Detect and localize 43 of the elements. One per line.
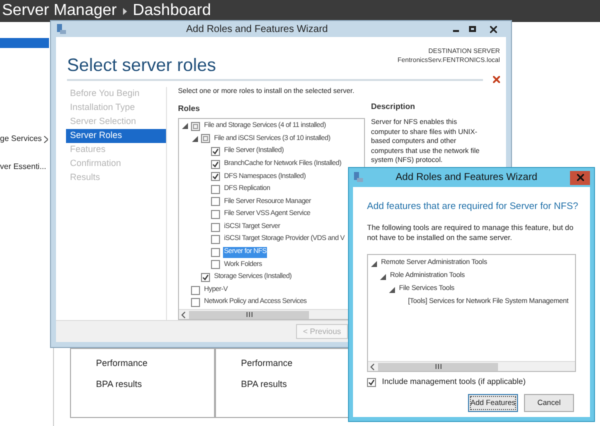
tile-row[interactable]: Performance — [96, 357, 214, 370]
checkbox[interactable] — [211, 235, 220, 244]
horizontal-scrollbar[interactable] — [368, 361, 575, 371]
checkbox[interactable] — [211, 260, 220, 270]
checkbox-label[interactable]: Include management tools (if applicable) — [382, 376, 526, 388]
indeterminate-checkbox[interactable] — [191, 122, 200, 131]
error-x-icon — [493, 76, 500, 84]
close-button[interactable] — [570, 170, 590, 184]
checkbox[interactable] — [201, 273, 210, 282]
checkbox[interactable] — [211, 222, 220, 232]
server-app-icon — [353, 172, 363, 183]
roles-label: Roles — [178, 103, 201, 116]
app-title[interactable]: Server Manager — [2, 3, 117, 19]
page-title: Dashboard — [132, 3, 211, 19]
close-icon — [576, 174, 584, 181]
dialog-question: Add features that are required for Server for NFS? — [367, 201, 576, 213]
window-title: Add Roles and Features Wizard — [185, 22, 329, 37]
checkbox[interactable] — [211, 210, 220, 220]
server-app-icon — [56, 24, 66, 35]
breadcrumb-arrow-icon — [122, 8, 127, 14]
close-icon — [490, 26, 496, 33]
grip-icon — [434, 364, 442, 369]
checkbox[interactable] — [211, 147, 220, 156]
description-title: Description — [371, 101, 416, 114]
checkbox[interactable] — [211, 172, 220, 182]
checkbox[interactable] — [211, 160, 220, 169]
grip-icon — [246, 312, 252, 317]
page-heading: Select server roles — [67, 54, 216, 74]
checkbox[interactable] — [191, 298, 200, 308]
checkbox[interactable] — [191, 286, 200, 295]
tile-row[interactable]: BPA results — [96, 378, 214, 391]
expand-arrow-icon[interactable] — [389, 286, 395, 292]
expand-arrow-icon[interactable] — [371, 260, 377, 266]
checkbox[interactable] — [211, 184, 220, 194]
checkbox[interactable] — [211, 248, 220, 257]
checkbox[interactable] — [367, 378, 376, 386]
expand-arrow-icon[interactable] — [380, 274, 386, 280]
checkbox[interactable] — [211, 197, 220, 206]
indeterminate-checkbox[interactable] — [201, 134, 210, 144]
dialog-title: Add Roles and Features Wizard — [394, 171, 538, 185]
sidebar-item[interactable]: ge Services — [0, 134, 42, 144]
sidebar-item[interactable]: ver Essenti... — [0, 162, 46, 172]
wizard-step[interactable]: Server Roles — [66, 129, 166, 144]
